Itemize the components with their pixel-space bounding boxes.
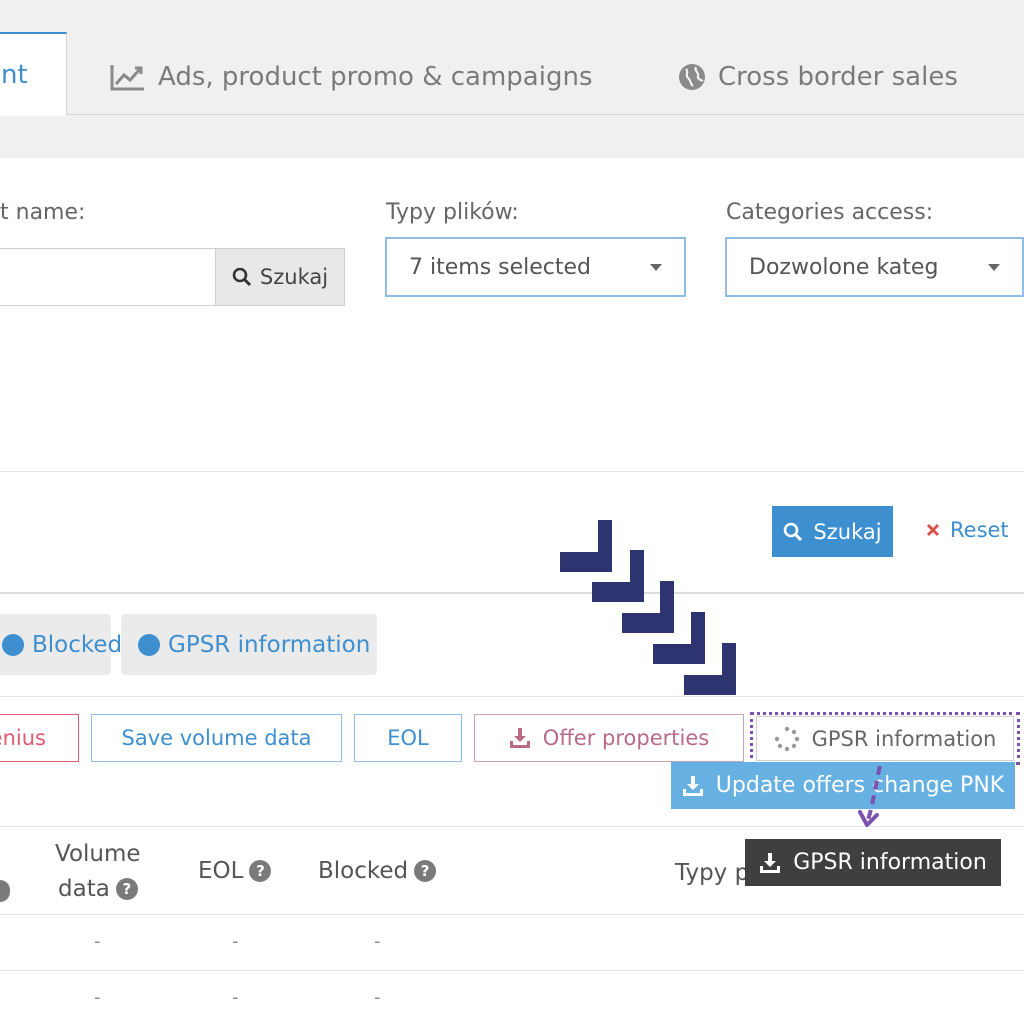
table-cell: - [374, 931, 381, 952]
reset-label: Reset [950, 518, 1009, 542]
annotation-arrow [858, 765, 882, 827]
column-header-blocked-label: Blocked [318, 858, 409, 884]
gpsr-information-button[interactable]: GPSR information [756, 716, 1014, 761]
file-types-select[interactable]: 7 items selected [385, 237, 686, 297]
column-header-blocked: Blocked ? [318, 858, 437, 884]
column-header-volume-line2: data [58, 876, 110, 902]
download-icon [509, 728, 530, 748]
search-submit-button[interactable]: Szukaj [772, 506, 893, 557]
gpsr-download-label: GPSR information [793, 850, 987, 875]
eol-button[interactable]: EOL [354, 714, 462, 762]
chevron-down-icon [650, 264, 662, 271]
name-input[interactable] [0, 248, 216, 306]
categories-access-label: Categories access: [726, 200, 934, 225]
table-row[interactable]: - - - [0, 915, 1024, 970]
search-button-label: Szukaj [259, 265, 329, 289]
column-header-eol: EOL ? [198, 858, 272, 884]
name-filter-label: t name: [0, 200, 86, 225]
tab-ads[interactable]: Ads, product promo & campaigns [110, 54, 592, 100]
update-offers-button[interactable]: Update offers change PNK [671, 762, 1015, 809]
status-pill-gpsr[interactable]: GPSR information [121, 614, 377, 675]
column-header-typy-label: Typy p [675, 860, 750, 886]
tab-active-label: nt [1, 60, 28, 90]
tab-active[interactable]: nt [0, 32, 67, 116]
search-icon [232, 267, 251, 287]
help-icon[interactable] [0, 880, 10, 902]
status-pill-gpsr-label: GPSR information [168, 631, 371, 658]
column-header-eol-label: EOL [198, 858, 244, 884]
download-icon [682, 775, 703, 796]
line-chart-icon [110, 65, 144, 91]
search-button[interactable]: Szukaj [215, 248, 345, 306]
divider [0, 471, 1024, 472]
chevron-down-icon [988, 264, 1000, 271]
help-icon[interactable]: ? [249, 860, 272, 882]
tab-cross-border[interactable]: Cross border sales [678, 54, 958, 100]
close-icon [926, 523, 940, 537]
status-pill-blocked-label: Blocked [32, 631, 123, 658]
genius-button-label: enius [0, 726, 46, 750]
tab-ads-label: Ads, product promo & campaigns [158, 62, 593, 92]
column-header-typy: Typy p [675, 860, 749, 886]
save-volume-button[interactable]: Save volume data [91, 714, 342, 762]
categories-access-value: Dozwolone kateg [749, 254, 937, 280]
file-types-label: Typy plików: [386, 200, 519, 225]
download-icon [760, 852, 781, 873]
search-icon [784, 522, 803, 541]
column-header-volume: Volume [55, 841, 141, 867]
divider [0, 696, 1024, 697]
table-cell: - [374, 987, 381, 1008]
table-row[interactable]: - - - [0, 971, 1024, 1024]
status-dot-icon [2, 633, 24, 656]
globe-icon [679, 64, 705, 90]
gpsr-download-button[interactable]: GPSR information [745, 839, 1001, 886]
table-cell: - [232, 931, 239, 952]
genius-button[interactable]: enius [0, 714, 79, 762]
help-icon[interactable]: ? [115, 878, 138, 900]
tab-cross-border-label: Cross border sales [718, 62, 958, 92]
tab-bar-divider [66, 114, 1024, 115]
table-cell: - [94, 931, 101, 952]
column-header-volume-line2-wrap: data ? [58, 876, 138, 902]
chevron-arrows-decoration [560, 520, 736, 695]
search-submit-label: Szukaj [813, 519, 882, 544]
save-volume-label: Save volume data [121, 726, 312, 750]
gpsr-information-label: GPSR information [811, 726, 997, 751]
file-types-value: 7 items selected [409, 254, 592, 280]
eol-button-label: EOL [387, 726, 429, 750]
offer-properties-button[interactable]: Offer properties [474, 714, 744, 762]
table-cell: - [94, 987, 101, 1008]
offer-properties-label: Offer properties [542, 726, 710, 750]
categories-access-select[interactable]: Dozwolone kateg [725, 237, 1024, 297]
status-dot-icon [138, 633, 160, 656]
divider [0, 592, 1024, 594]
table-cell: - [232, 987, 239, 1008]
reset-link[interactable]: Reset [926, 518, 1009, 542]
help-icon[interactable]: ? [414, 860, 437, 882]
column-header-volume-line1: Volume [55, 841, 141, 867]
status-pill-blocked[interactable]: Blocked [0, 614, 122, 675]
spinner-icon [774, 726, 799, 751]
